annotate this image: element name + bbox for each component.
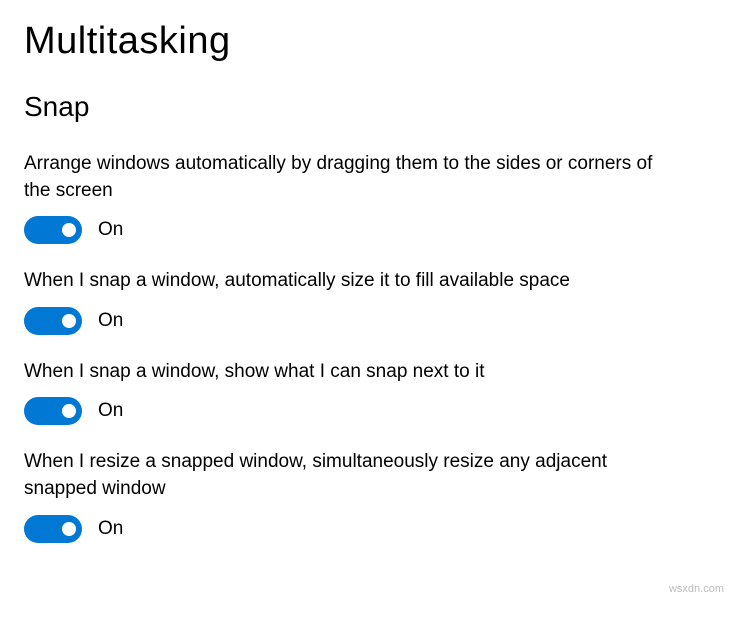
- page-title: Multitasking: [24, 20, 708, 63]
- setting-snap-assist: When I snap a window, show what I can sn…: [24, 359, 708, 426]
- setting-snap-autosize: When I snap a window, automatically size…: [24, 268, 708, 335]
- setting-label: When I snap a window, show what I can sn…: [24, 359, 684, 386]
- setting-label: When I snap a window, automatically size…: [24, 268, 684, 295]
- toggle-state-text: On: [98, 219, 123, 241]
- watermark-text: wsxdn.com: [669, 583, 724, 595]
- toggle-row: On: [24, 307, 708, 335]
- toggle-row: On: [24, 397, 708, 425]
- toggle-snap-arrange[interactable]: [24, 216, 82, 244]
- toggle-state-text: On: [98, 400, 123, 422]
- toggle-row: On: [24, 515, 708, 543]
- toggle-knob-icon: [62, 522, 76, 536]
- toggle-snap-resize-adjacent[interactable]: [24, 515, 82, 543]
- toggle-snap-assist[interactable]: [24, 397, 82, 425]
- toggle-knob-icon: [62, 223, 76, 237]
- toggle-knob-icon: [62, 404, 76, 418]
- toggle-row: On: [24, 216, 708, 244]
- setting-snap-arrange: Arrange windows automatically by draggin…: [24, 151, 708, 244]
- toggle-state-text: On: [98, 518, 123, 540]
- setting-label: Arrange windows automatically by draggin…: [24, 151, 684, 204]
- toggle-snap-autosize[interactable]: [24, 307, 82, 335]
- setting-label: When I resize a snapped window, simultan…: [24, 449, 684, 502]
- section-title-snap: Snap: [24, 91, 708, 123]
- toggle-knob-icon: [62, 314, 76, 328]
- toggle-state-text: On: [98, 310, 123, 332]
- setting-snap-resize-adjacent: When I resize a snapped window, simultan…: [24, 449, 708, 542]
